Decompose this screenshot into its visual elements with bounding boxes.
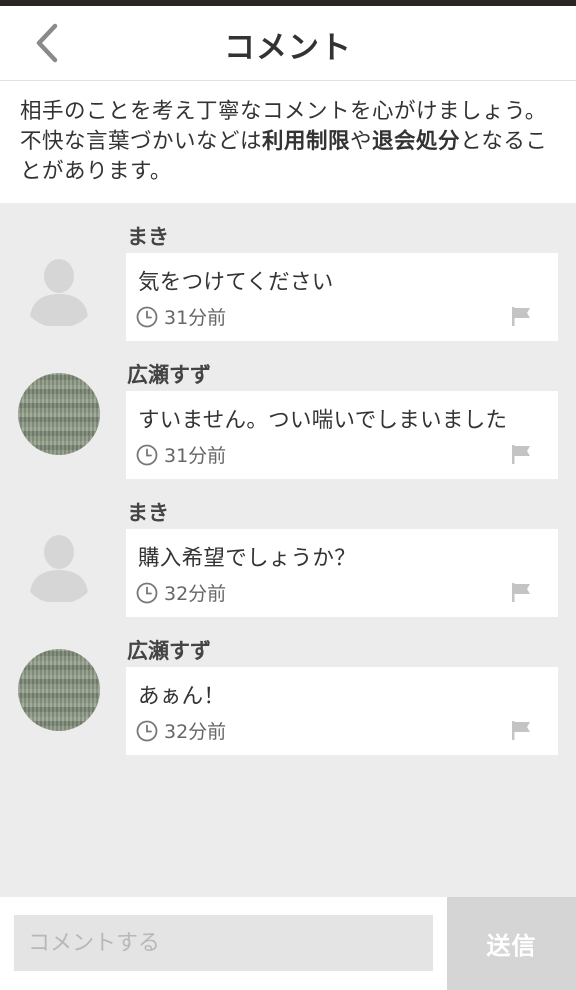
user-photo [18,649,100,731]
flag-icon[interactable] [510,305,532,327]
comment-bubble: 気をつけてください 31分前 [126,253,558,341]
comment-text: 購入希望でしょうか？ [138,546,357,571]
comment-input[interactable] [14,915,433,971]
avatar[interactable] [18,522,100,604]
comment-username: まき [127,225,169,249]
comment-item: まき 気をつけてください 31分前 [0,203,576,341]
flag-icon[interactable] [510,443,532,465]
comment-username: 広瀬すず [127,639,211,663]
comment-username: まき [127,501,169,525]
clock-icon [136,720,158,741]
comment-bubble: 購入希望でしょうか？ 32分前 [126,529,558,617]
notice-account-termination: 退会処分 [372,129,461,154]
avatar[interactable] [18,649,100,731]
default-user-icon [30,259,88,326]
clock-icon [136,582,158,603]
comment-time: 32分前 [136,579,226,606]
header: コメント [0,6,576,81]
comment-text: すいません。つい喘いでしまいました [138,408,508,433]
comment-timestamp: 32分前 [164,583,227,605]
comment-timestamp: 31分前 [164,307,227,329]
notice-usage-restriction: 利用制限 [262,129,351,154]
default-user-icon [30,535,88,602]
page-title: コメント [224,30,352,66]
avatar[interactable] [18,246,100,328]
notice-text-2: や [350,129,373,154]
send-button[interactable]: 送信 [447,897,576,990]
comment-time: 32分前 [136,717,226,744]
comment-text: あぁん！ [138,684,226,709]
flag-icon[interactable] [510,719,532,741]
comment-time: 31分前 [136,303,226,330]
avatar[interactable] [18,373,100,455]
comment-item: 広瀬すず あぁん！ 32分前 [0,617,576,755]
comment-guideline-notice: 相手のことを考え丁寧なコメントを心がけましょう。不快な言葉づかいなどは利用制限や… [0,81,576,203]
comment-time: 31分前 [136,441,226,468]
comment-bubble: あぁん！ 32分前 [126,667,558,755]
flag-icon[interactable] [510,581,532,603]
comment-bubble: すいません。つい喘いでしまいました 31分前 [126,391,558,479]
clock-icon [136,306,158,327]
comment-timestamp: 31分前 [164,445,227,467]
comment-item: まき 購入希望でしょうか？ 32分前 [0,479,576,617]
comment-timestamp: 32分前 [164,721,227,743]
user-photo [18,373,100,455]
comment-text: 気をつけてください [138,270,334,295]
clock-icon [136,444,158,465]
comment-compose-bar: 送信 [0,897,576,990]
comment-username: 広瀬すず [127,363,211,387]
comment-item: 広瀬すず すいません。つい喘いでしまいました 31分前 [0,341,576,479]
